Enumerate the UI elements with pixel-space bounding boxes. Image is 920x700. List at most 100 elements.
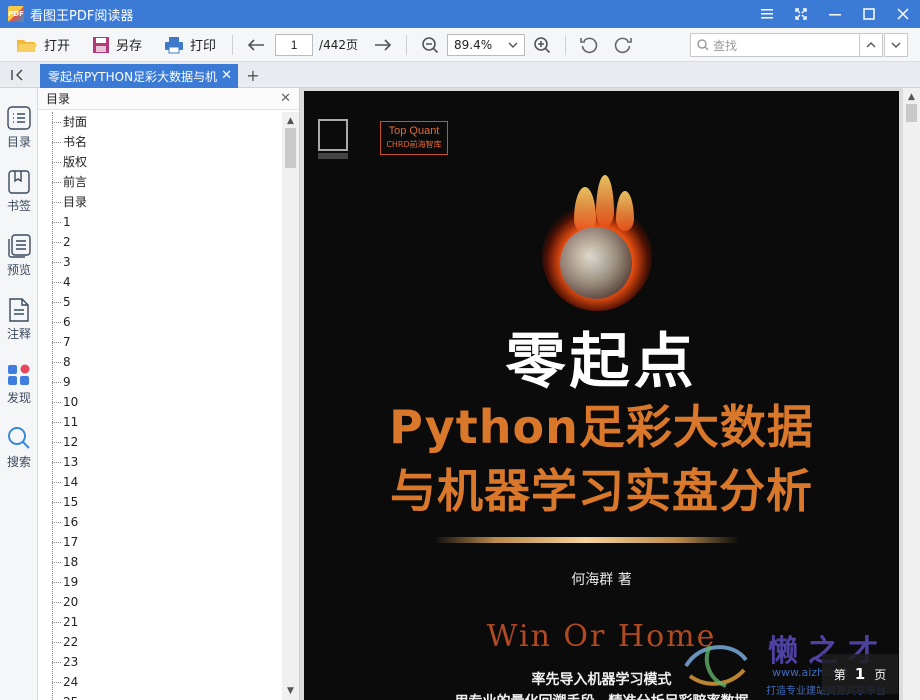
document-viewport[interactable]: Top Quant CHRD前海智库 零起点 Python足彩大数据 与机器学习… [300, 88, 920, 700]
outline-item[interactable]: 6 [38, 312, 282, 332]
minimize-button[interactable] [818, 0, 852, 28]
zoom-out-button[interactable] [417, 32, 443, 58]
rail-item-search[interactable]: 搜索 [0, 426, 38, 482]
publisher-logo-bar [318, 153, 348, 159]
cover-subtitle-line1: Python足彩大数据 [389, 400, 814, 454]
outline-item[interactable]: 16 [38, 512, 282, 532]
menu-button[interactable] [750, 0, 784, 28]
scroll-down-icon[interactable]: ▼ [282, 684, 299, 698]
zoom-select[interactable]: 89.4% [447, 33, 525, 56]
pdf-page: Top Quant CHRD前海智库 零起点 Python足彩大数据 与机器学习… [304, 91, 899, 700]
outline-item[interactable]: 19 [38, 572, 282, 592]
zoom-in-button[interactable] [529, 32, 555, 58]
outline-item[interactable]: 3 [38, 252, 282, 272]
outline-item[interactable]: 24 [38, 672, 282, 692]
outline-item[interactable]: 21 [38, 612, 282, 632]
outline-item[interactable]: 17 [38, 532, 282, 552]
outline-item[interactable]: 版权 [38, 152, 282, 172]
folder-icon [17, 39, 37, 52]
tab-label: 零起点PYTHON足彩大数据与机 [48, 69, 218, 84]
document-scrollbar[interactable]: ▲ [903, 88, 920, 700]
outline-item[interactable]: 前言 [38, 172, 282, 192]
outline-list: 封面 书名 版权 前言 目录 1 2 3 4 5 6 7 8 9 10 11 12 13 14 15 16 17 18 19 2… [38, 112, 282, 700]
outline-item[interactable]: 10 [38, 392, 282, 412]
rail-label: 注释 [6, 327, 31, 341]
flame-shape [616, 191, 634, 231]
outline-item[interactable]: 25 [38, 692, 282, 700]
rail-item-preview[interactable]: 预览 [0, 234, 38, 290]
series-badge: Top Quant CHRD前海智库 [380, 121, 448, 155]
search-input[interactable]: 查找 [690, 33, 860, 57]
outline-item[interactable]: 18 [38, 552, 282, 572]
rotate-left-button[interactable] [576, 32, 602, 58]
arrow-right-icon [375, 38, 392, 51]
add-tab-button[interactable]: + [244, 65, 262, 85]
outline-item[interactable]: 12 [38, 432, 282, 452]
page-number-input[interactable]: 1 [275, 33, 314, 56]
collapse-sidebar-button[interactable] [8, 66, 28, 84]
cover-author: 何海群 著 [571, 572, 632, 588]
tab-bar: 零起点PYTHON足彩大数据与机 ✕ + [0, 62, 920, 88]
outline-item[interactable]: 1 [38, 212, 282, 232]
chevron-down-icon [508, 42, 518, 48]
maximize-button[interactable] [852, 0, 886, 28]
scroll-thumb[interactable] [906, 104, 917, 122]
scroll-up-icon[interactable]: ▲ [903, 90, 920, 104]
page-indicator: 第 1 页 [822, 654, 898, 694]
outline-scrollbar[interactable]: ▲ ▼ [282, 112, 299, 700]
scroll-up-icon[interactable]: ▲ [282, 114, 299, 128]
rail-item-outline[interactable]: 目录 [0, 106, 38, 162]
outline-item[interactable]: 2 [38, 232, 282, 252]
print-button[interactable]: 打印 [158, 32, 222, 58]
outline-item[interactable]: 14 [38, 472, 282, 492]
open-button[interactable]: 打开 [10, 32, 76, 58]
zoom-value: 89.4% [454, 37, 493, 52]
zoom-in-icon [534, 36, 551, 53]
outline-item[interactable]: 书名 [38, 132, 282, 152]
rail-item-discover[interactable]: 发现 [0, 362, 38, 418]
outline-item[interactable]: 13 [38, 452, 282, 472]
annotation-icon [9, 298, 29, 322]
outline-item[interactable]: 9 [38, 372, 282, 392]
page-indicator-prefix: 第 [833, 667, 846, 682]
minimize-icon [829, 14, 841, 16]
outline-item[interactable]: 封面 [38, 112, 282, 132]
outline-item[interactable]: 22 [38, 632, 282, 652]
fullscreen-button[interactable] [784, 0, 818, 28]
outline-close-icon[interactable]: ✕ [280, 91, 291, 106]
watermark-swirl-icon [684, 645, 748, 688]
rail-label: 搜索 [6, 455, 31, 469]
outline-item[interactable]: 15 [38, 492, 282, 512]
outline-item[interactable]: 目录 [38, 192, 282, 212]
flame-shape [596, 175, 614, 227]
rail-label: 书签 [6, 199, 31, 213]
close-button[interactable] [886, 0, 920, 28]
rotate-left-icon [580, 37, 598, 53]
outline-item[interactable]: 7 [38, 332, 282, 352]
rail-item-annotations[interactable]: 注释 [0, 298, 38, 354]
scroll-thumb[interactable] [285, 128, 296, 168]
outline-item[interactable]: 23 [38, 652, 282, 672]
search-previous-button[interactable] [859, 33, 883, 57]
rail-label: 发现 [6, 391, 31, 405]
save-as-button[interactable]: 另存 [86, 32, 148, 58]
search-next-button[interactable] [884, 33, 908, 57]
cover-divider [434, 537, 739, 543]
zoom-out-icon [422, 36, 439, 53]
rotate-right-button[interactable] [610, 32, 636, 58]
tab-close-icon[interactable]: ✕ [221, 68, 232, 83]
outline-item[interactable]: 11 [38, 412, 282, 432]
rail-item-bookmarks[interactable]: 书签 [0, 170, 38, 226]
next-page-button[interactable] [370, 32, 396, 58]
cover-title: 零起点 [505, 327, 698, 397]
toolbar-separator [565, 34, 566, 55]
pages-icon [8, 234, 31, 258]
close-icon [897, 8, 909, 20]
tab-document[interactable]: 零起点PYTHON足彩大数据与机 ✕ [40, 64, 238, 88]
outline-item[interactable]: 4 [38, 272, 282, 292]
outline-item[interactable]: 8 [38, 352, 282, 372]
outline-item[interactable]: 5 [38, 292, 282, 312]
previous-page-button[interactable] [243, 32, 269, 58]
maximize-icon [863, 8, 875, 20]
outline-item[interactable]: 20 [38, 592, 282, 612]
